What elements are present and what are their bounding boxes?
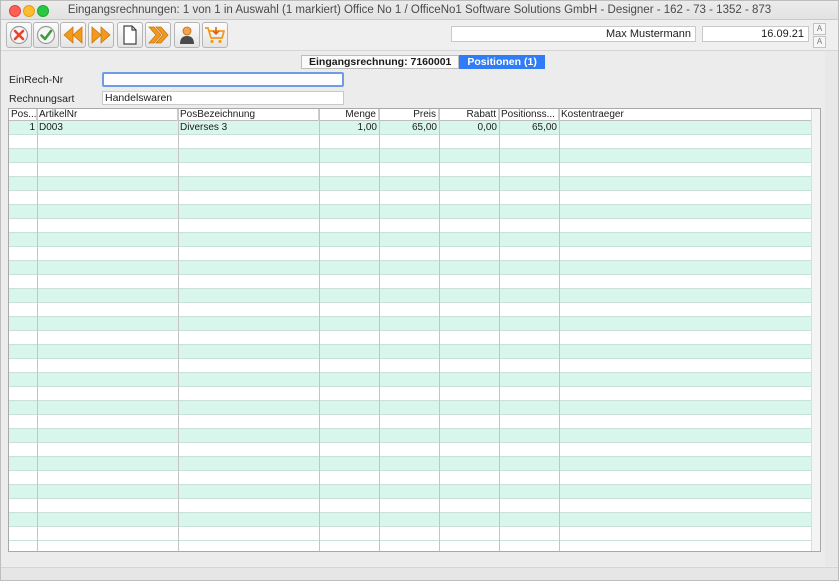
table-row[interactable] bbox=[9, 219, 811, 233]
table-row[interactable] bbox=[9, 317, 811, 331]
table-row[interactable] bbox=[9, 289, 811, 303]
table-row[interactable] bbox=[9, 457, 811, 471]
font-increase-button[interactable]: A bbox=[813, 23, 826, 35]
forward-button[interactable] bbox=[145, 22, 171, 48]
tab-bar: Eingangsrechnung: 7160001 Positionen (1) bbox=[301, 55, 545, 69]
cell-menge: 1,00 bbox=[357, 122, 377, 133]
table-row[interactable] bbox=[9, 485, 811, 499]
shopping-cart-icon bbox=[205, 27, 225, 44]
column-divider bbox=[178, 109, 179, 551]
column-divider bbox=[439, 109, 440, 551]
column-divider bbox=[319, 109, 320, 551]
table-row[interactable] bbox=[9, 387, 811, 401]
vertical-scrollbar[interactable] bbox=[811, 109, 820, 551]
cell-preis: 65,00 bbox=[411, 122, 437, 133]
cart-button[interactable] bbox=[202, 22, 228, 48]
table-row[interactable] bbox=[9, 261, 811, 275]
column-header-positionssumme[interactable]: Positionss... bbox=[499, 109, 559, 121]
table-row[interactable] bbox=[9, 401, 811, 415]
table-header: Pos... ArtikelNr PosBezeichnung Menge Pr… bbox=[9, 109, 811, 121]
title-bar: Eingangsrechnungen: 1 von 1 in Auswahl (… bbox=[1, 1, 838, 20]
user-name-field: Max Mustermann bbox=[451, 26, 696, 42]
table-row[interactable] bbox=[9, 443, 811, 457]
date-field: 16.09.21 bbox=[702, 26, 809, 42]
cancel-button[interactable] bbox=[6, 22, 32, 48]
column-header-rabatt[interactable]: Rabatt bbox=[439, 109, 499, 121]
table-row[interactable] bbox=[9, 415, 811, 429]
toolbar: Max Mustermann 16.09.21 A A bbox=[1, 20, 838, 51]
table-row[interactable] bbox=[9, 163, 811, 177]
new-document-button[interactable] bbox=[117, 22, 143, 48]
cell-positionssumme: 65,00 bbox=[531, 122, 557, 133]
table-row[interactable] bbox=[9, 149, 811, 163]
chevron-forward-icon bbox=[148, 26, 169, 44]
window-title: Eingangsrechnungen: 1 von 1 in Auswahl (… bbox=[67, 4, 772, 16]
person-button[interactable] bbox=[174, 22, 200, 48]
person-icon bbox=[180, 26, 194, 44]
table-body: 1 D003 Diverses 3 1,00 65,00 0,00 65,00 bbox=[9, 121, 811, 551]
status-bar bbox=[1, 567, 838, 580]
table-row[interactable] bbox=[9, 359, 811, 373]
column-header-menge[interactable]: Menge bbox=[319, 109, 379, 121]
table-row[interactable] bbox=[9, 527, 811, 541]
right-side-strip bbox=[825, 51, 838, 566]
table-row[interactable]: 1 D003 Diverses 3 1,00 65,00 0,00 65,00 bbox=[9, 121, 811, 135]
table-row[interactable] bbox=[9, 177, 811, 191]
table-row[interactable] bbox=[9, 233, 811, 247]
table-row[interactable] bbox=[9, 191, 811, 205]
rechnungsart-label: Rechnungsart bbox=[9, 93, 75, 105]
table-row[interactable] bbox=[9, 331, 811, 345]
positions-table: Pos... ArtikelNr PosBezeichnung Menge Pr… bbox=[8, 108, 821, 552]
table-row[interactable] bbox=[9, 135, 811, 149]
cell-kostentraeger bbox=[559, 121, 811, 135]
font-decrease-button[interactable]: A bbox=[813, 36, 826, 48]
blank-page-icon bbox=[123, 25, 137, 45]
tab-positionen[interactable]: Positionen (1) bbox=[459, 55, 545, 69]
table-row[interactable] bbox=[9, 471, 811, 485]
table-row[interactable] bbox=[9, 247, 811, 261]
app-window: Eingangsrechnungen: 1 von 1 in Auswahl (… bbox=[0, 0, 839, 581]
column-divider bbox=[499, 109, 500, 551]
table-row[interactable] bbox=[9, 303, 811, 317]
column-divider bbox=[559, 109, 560, 551]
previous-button[interactable] bbox=[60, 22, 86, 48]
table-row[interactable] bbox=[9, 205, 811, 219]
column-divider bbox=[37, 109, 38, 551]
tab-eingangsrechnung[interactable]: Eingangsrechnung: 7160001 bbox=[301, 55, 460, 69]
cell-artikelnr: D003 bbox=[39, 122, 63, 133]
column-header-kostentraeger[interactable]: Kostentraeger bbox=[559, 109, 811, 121]
column-header-preis[interactable]: Preis bbox=[379, 109, 439, 121]
rechnungsart-field[interactable]: Handelswaren bbox=[102, 91, 344, 105]
table-row[interactable] bbox=[9, 429, 811, 443]
next-button[interactable] bbox=[88, 22, 114, 48]
column-header-pos[interactable]: Pos... bbox=[9, 109, 37, 121]
table-row[interactable] bbox=[9, 345, 811, 359]
column-divider bbox=[379, 109, 380, 551]
double-arrow-right-icon bbox=[91, 26, 111, 44]
table-row[interactable] bbox=[9, 499, 811, 513]
checkmark-circle-icon bbox=[36, 25, 56, 45]
einrech-input[interactable] bbox=[102, 72, 344, 87]
table-row[interactable] bbox=[9, 275, 811, 289]
cell-rabatt: 0,00 bbox=[477, 122, 497, 133]
table-row[interactable] bbox=[9, 373, 811, 387]
table-row[interactable] bbox=[9, 513, 811, 527]
x-circle-icon bbox=[9, 25, 29, 45]
column-header-artikelnr[interactable]: ArtikelNr bbox=[37, 109, 178, 121]
cell-posbezeichnung: Diverses 3 bbox=[180, 122, 228, 133]
double-arrow-left-icon bbox=[63, 26, 83, 44]
confirm-button[interactable] bbox=[33, 22, 59, 48]
cell-pos: 1 bbox=[29, 122, 35, 133]
column-header-posbezeichnung[interactable]: PosBezeichnung bbox=[178, 109, 319, 121]
einrech-label: EinRech-Nr bbox=[9, 74, 64, 86]
